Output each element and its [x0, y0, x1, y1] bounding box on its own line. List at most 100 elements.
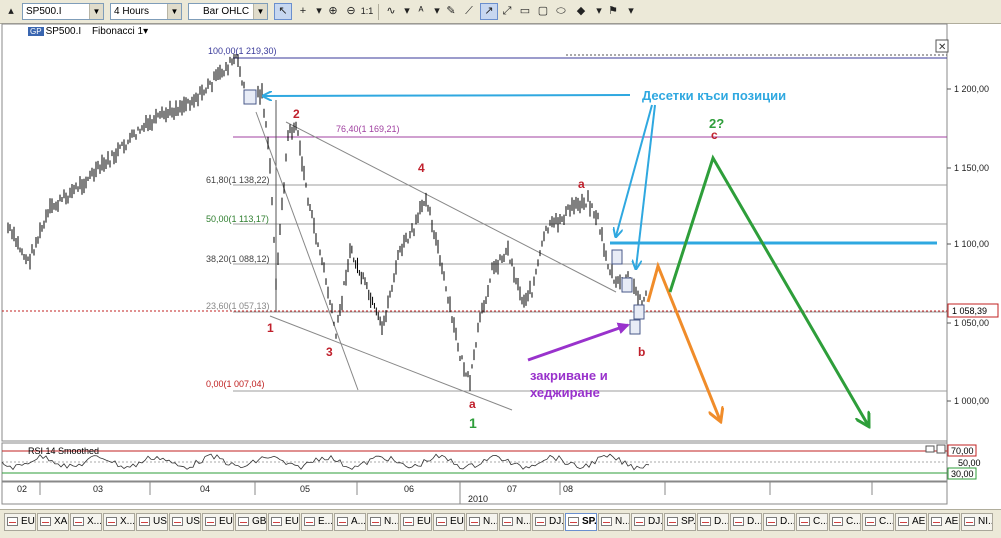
- time-tick: 08: [563, 484, 573, 494]
- chart-tab-icon: [139, 517, 150, 526]
- wave-label-2: 2: [293, 107, 300, 121]
- chart-tab-icon: [766, 517, 777, 526]
- chart-tab-label: D...: [780, 516, 795, 527]
- chart-tab-icon: [172, 517, 183, 526]
- chart-tab-label: N...: [615, 516, 630, 527]
- chart-tab-icon: [73, 517, 84, 526]
- chart-tab[interactable]: D...: [730, 513, 762, 531]
- chart-tab-icon: [535, 517, 546, 526]
- chart-tab[interactable]: N...: [466, 513, 498, 531]
- chart-tab[interactable]: X...: [70, 513, 102, 531]
- wave-label-4: 4: [418, 161, 425, 175]
- chart-tab-label: C...: [846, 516, 861, 527]
- chart-tab[interactable]: AE...: [895, 513, 927, 531]
- chart-tab-label: C...: [879, 516, 894, 527]
- time-tick: 02: [17, 484, 27, 494]
- time-year: 2010: [468, 494, 488, 504]
- chart-tab[interactable]: E...: [301, 513, 333, 531]
- chart-tab[interactable]: EU...: [4, 513, 36, 531]
- chart-tab-label: AE...: [912, 516, 926, 527]
- chart-tab-label: X...: [120, 516, 135, 527]
- plot-frame: [1, 23, 948, 442]
- chart-tab[interactable]: DJ...: [532, 513, 564, 531]
- price-tick: 1 200,00: [954, 84, 989, 94]
- wave-label-2q: 2?: [709, 116, 724, 131]
- chart-tab[interactable]: EU...: [268, 513, 300, 531]
- fib-label-23: 23,60(1 057,13): [206, 301, 270, 311]
- chart-tab[interactable]: D...: [763, 513, 795, 531]
- short-position-marker: [243, 89, 257, 105]
- chart-tab-icon: [106, 517, 117, 526]
- chart-tab-icon: [469, 517, 480, 526]
- chart-tab-label: N...: [516, 516, 531, 527]
- chart-tab-icon: [337, 517, 348, 526]
- channel-steep-line: [255, 111, 359, 391]
- fib-label-61: 61,80(1 138,22): [206, 175, 270, 185]
- rsi-tick: 70,00: [951, 446, 974, 456]
- chart-tab[interactable]: C...: [829, 513, 861, 531]
- chart-tab[interactable]: X...: [103, 513, 135, 531]
- short-positions-label: Десетки къси позиции: [642, 88, 786, 103]
- fib-label-38: 38,20(1 088,12): [206, 254, 270, 264]
- chart-tab-label: AE...: [945, 516, 959, 527]
- chart-tab[interactable]: N...: [499, 513, 531, 531]
- chart-tab[interactable]: EU...: [202, 513, 234, 531]
- chart-tab[interactable]: N...: [598, 513, 630, 531]
- chart-tab-icon: [7, 517, 18, 526]
- chart-tab[interactable]: C...: [796, 513, 828, 531]
- chart-tab[interactable]: EU...: [433, 513, 465, 531]
- chart-tab-icon: [40, 517, 51, 526]
- chart-tab[interactable]: NI...: [961, 513, 993, 531]
- fib-label-100: 100,00(1 219,30): [208, 46, 277, 56]
- current-price-label: 1 058,39: [952, 306, 987, 316]
- chart-tab-icon: [634, 517, 645, 526]
- chart-tab-label: US...: [186, 516, 200, 527]
- chart-tab[interactable]: C...: [862, 513, 894, 531]
- rsi-close-icon[interactable]: [936, 444, 946, 454]
- chart-tab[interactable]: SP...: [664, 513, 696, 531]
- chart-tab-label: XA...: [54, 516, 68, 527]
- chart-tab-icon: [502, 517, 513, 526]
- chart-tab-icon: [601, 517, 612, 526]
- chart-tab-icon: [832, 517, 843, 526]
- chart-tab-label: SP...: [582, 516, 597, 527]
- chart-tab[interactable]: EU...: [400, 513, 432, 531]
- price-tick: 1 000,00: [954, 396, 989, 406]
- chart-tab[interactable]: GB...: [235, 513, 267, 531]
- chart-tab-label: EU...: [21, 516, 35, 527]
- short-position-marker: [621, 277, 633, 293]
- short-position-marker: [611, 249, 623, 265]
- chart-tab[interactable]: US...: [136, 513, 168, 531]
- time-tick: 03: [93, 484, 103, 494]
- chart-tab-icon: [238, 517, 249, 526]
- chart-tab[interactable]: D...: [697, 513, 729, 531]
- chart-tab[interactable]: SP...: [565, 513, 597, 531]
- chart-tab-icon: [205, 517, 216, 526]
- chart-tab[interactable]: US...: [169, 513, 201, 531]
- price-tick: 1 100,00: [954, 239, 989, 249]
- chart-close-glyph: ✕: [938, 42, 946, 53]
- chart-tab[interactable]: DJ...: [631, 513, 663, 531]
- chart-tab-label: GB...: [252, 516, 267, 527]
- rsi-tick: 50,00: [958, 458, 981, 468]
- chart-tab-icon: [568, 517, 579, 526]
- price-tick: 1 150,00: [954, 163, 989, 173]
- chart-tab[interactable]: N...: [367, 513, 399, 531]
- chart-tab[interactable]: XA...: [37, 513, 69, 531]
- chart-tab[interactable]: AE...: [928, 513, 960, 531]
- chart-tab-label: A...: [351, 516, 366, 527]
- chart-tab-bar: EU... XA... X... X... US... US... EU... GB... EU…: [0, 509, 1001, 538]
- chart-tab-label: X...: [87, 516, 102, 527]
- channel-lower-line: [269, 315, 513, 411]
- chart-tab-label: SP...: [681, 516, 696, 527]
- chart-canvas: 100,00(1 219,30) 76,40(1 169,21) 61,80(1…: [1, 23, 999, 505]
- hedge-position-marker: [633, 304, 645, 320]
- chart-tab[interactable]: A...: [334, 513, 366, 531]
- chart-tab-label: EU...: [450, 516, 464, 527]
- wave-label-1: 1: [267, 321, 274, 335]
- chart-tab-label: DJ...: [648, 516, 663, 527]
- time-tick: 05: [300, 484, 310, 494]
- chart-tab-icon: [865, 517, 876, 526]
- projected-green-path: [668, 154, 868, 425]
- rsi-minimize-icon[interactable]: [925, 445, 935, 453]
